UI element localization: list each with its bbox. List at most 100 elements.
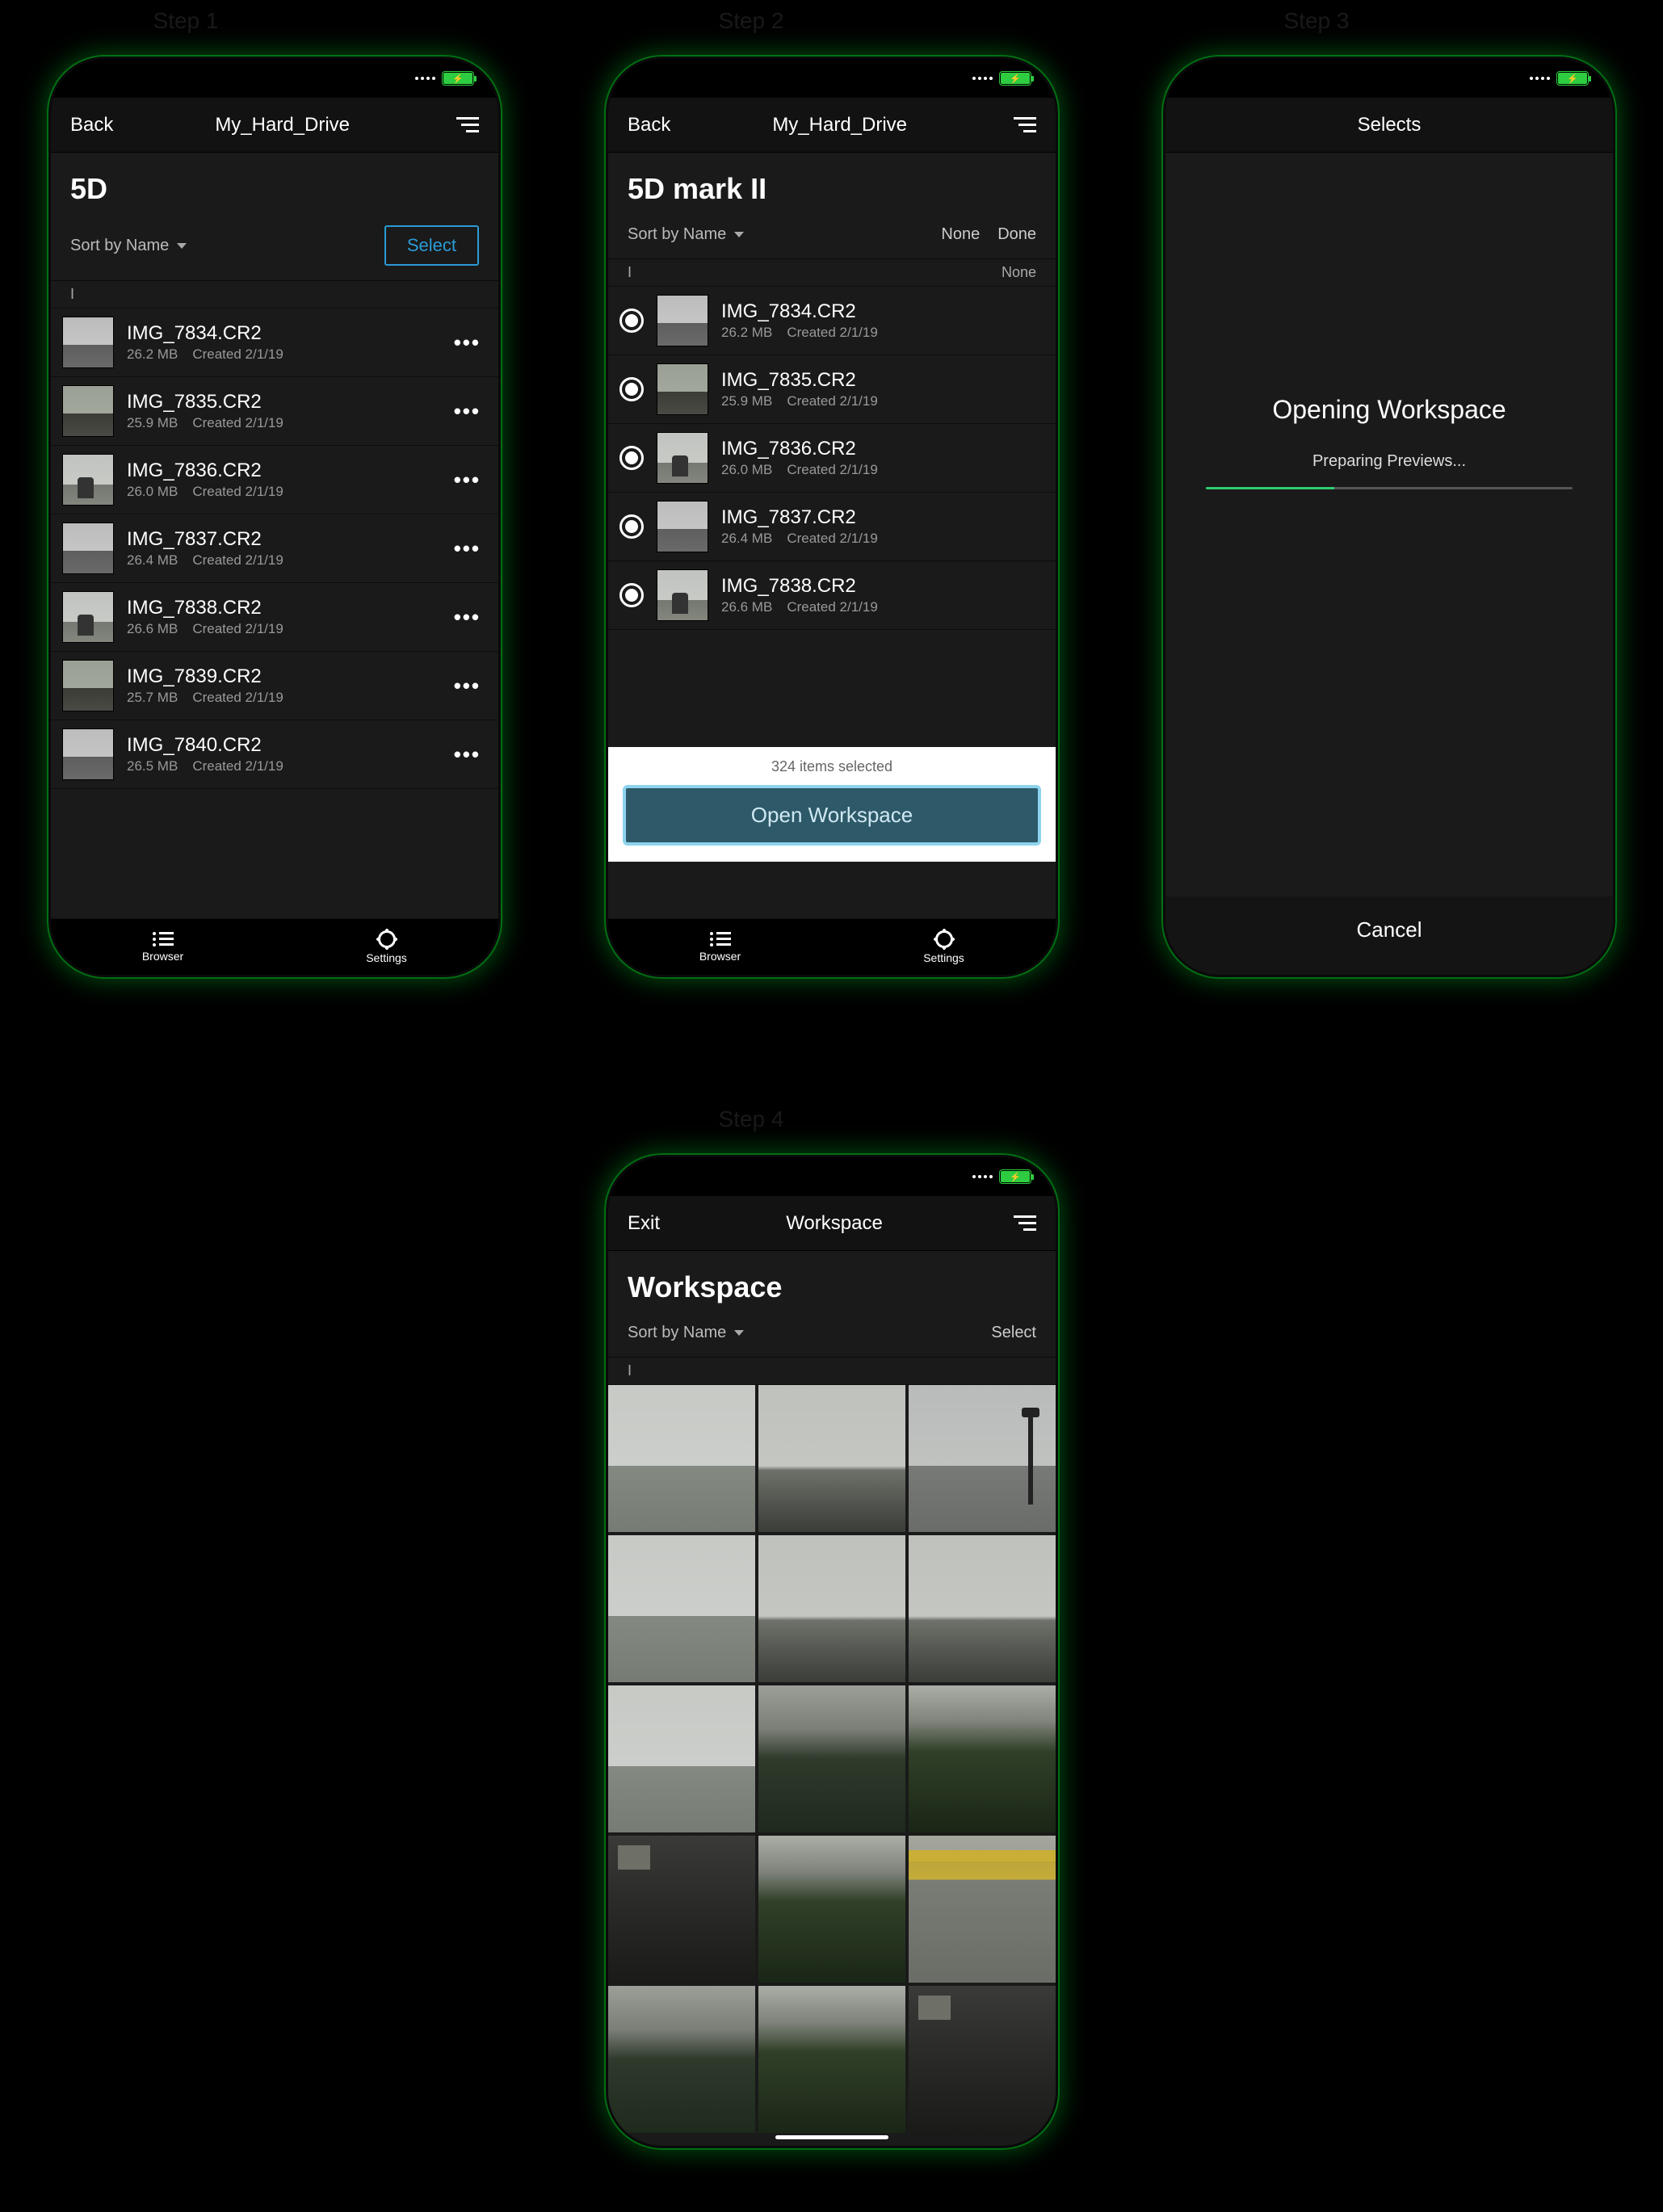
sort-button[interactable]: Sort by Name	[70, 237, 187, 255]
file-row[interactable]: IMG_7839.CR225.7 MBCreated 2/1/19 •••	[51, 652, 498, 720]
back-button[interactable]: Back	[628, 114, 670, 136]
grid-thumbnail[interactable]	[758, 1685, 905, 1832]
selection-radio[interactable]	[619, 377, 644, 401]
grid-thumbnail[interactable]	[909, 1535, 1056, 1682]
tab-settings[interactable]: Settings	[275, 919, 498, 975]
file-name: IMG_7834.CR2	[127, 322, 435, 345]
file-row[interactable]: IMG_7834.CR2 26.2 MBCreated 2/1/19	[608, 287, 1056, 355]
nav-title: My_Hard_Drive	[113, 114, 451, 136]
more-button[interactable]: •••	[447, 330, 487, 355]
file-row[interactable]: IMG_7835.CR225.9 MBCreated 2/1/19•••	[51, 377, 498, 446]
grid-thumbnail[interactable]	[758, 1535, 905, 1682]
folder-title: 5D	[51, 153, 498, 214]
file-row[interactable]: IMG_7837.CR226.4 MBCreated 2/1/19 •••	[51, 514, 498, 583]
menu-icon[interactable]	[1009, 117, 1036, 132]
chevron-down-icon	[734, 232, 744, 237]
notch	[1296, 59, 1482, 86]
file-name: IMG_7840.CR2	[127, 734, 435, 757]
grid-thumbnail[interactable]	[909, 1385, 1056, 1532]
grid-thumbnail[interactable]	[608, 1535, 755, 1682]
file-row[interactable]: IMG_7840.CR226.5 MBCreated 2/1/19•••	[51, 720, 498, 789]
file-row[interactable]: IMG_7837.CR226.4 MBCreated 2/1/19	[608, 493, 1056, 561]
grid-thumbnail[interactable]	[608, 1836, 755, 1983]
step-label: Step 4	[670, 1106, 832, 1132]
grid-thumbnail[interactable]	[909, 1986, 1056, 2133]
grid-thumbnail[interactable]	[758, 1836, 905, 1983]
select-none-button[interactable]: None	[941, 225, 980, 244]
tab-label: Settings	[923, 951, 964, 964]
file-meta: 26.2 MBCreated 2/1/19	[721, 325, 1044, 341]
progress-fill	[1206, 487, 1334, 489]
selection-radio[interactable]	[619, 309, 644, 333]
file-name: IMG_7839.CR2	[127, 665, 435, 688]
nav-bar: Back My_Hard_Drive	[608, 98, 1056, 153]
file-thumbnail	[657, 501, 708, 552]
file-info: IMG_7839.CR225.7 MBCreated 2/1/19	[127, 665, 435, 706]
file-row[interactable]: IMG_7838.CR226.6 MBCreated 2/1/19•••	[51, 583, 498, 652]
chevron-down-icon	[177, 243, 187, 249]
file-row[interactable]: IMG_7835.CR225.9 MBCreated 2/1/19	[608, 355, 1056, 424]
cancel-button[interactable]: Cancel	[1165, 896, 1613, 975]
grid-thumbnail[interactable]	[909, 1836, 1056, 1983]
notch	[739, 1157, 925, 1185]
folder-title: 5D mark II	[608, 153, 1056, 214]
tab-browser[interactable]: Browser	[51, 919, 275, 975]
file-info: IMG_7835.CR225.9 MBCreated 2/1/19	[721, 369, 1044, 409]
grid-thumbnail[interactable]	[758, 1986, 905, 2133]
bottom-sheet: 324 items selected Open Workspace	[608, 747, 1056, 862]
open-workspace-button[interactable]: Open Workspace	[623, 785, 1041, 846]
nav-bar: Back My_Hard_Drive	[51, 98, 498, 153]
file-info: IMG_7837.CR226.4 MBCreated 2/1/19	[127, 528, 435, 569]
loading-panel: Opening Workspace Preparing Previews...	[1165, 153, 1613, 975]
menu-icon[interactable]	[1009, 1215, 1036, 1231]
file-meta: 25.9 MBCreated 2/1/19	[721, 393, 1044, 409]
done-button[interactable]: Done	[997, 225, 1036, 244]
sort-button[interactable]: Sort by Name	[628, 1324, 744, 1342]
notch	[182, 59, 367, 86]
back-button[interactable]: Back	[70, 114, 113, 136]
selection-radio[interactable]	[619, 446, 644, 470]
image-grid	[608, 1385, 1056, 2133]
file-meta: 26.4 MBCreated 2/1/19	[721, 531, 1044, 547]
select-button[interactable]: Select	[384, 225, 479, 266]
file-row[interactable]: IMG_7838.CR226.6 MBCreated 2/1/19	[608, 561, 1056, 630]
file-info: IMG_7836.CR226.0 MBCreated 2/1/19	[127, 460, 435, 500]
section-none[interactable]: None	[1002, 264, 1036, 281]
step-label: Step 1	[105, 8, 267, 34]
file-meta: 26.4 MBCreated 2/1/19	[127, 552, 435, 569]
content: Opening Workspace Preparing Previews... …	[1165, 153, 1613, 975]
sort-row: Sort by Name Select	[51, 214, 498, 281]
grid-thumbnail[interactable]	[608, 1385, 755, 1532]
more-button[interactable]: •••	[447, 605, 487, 630]
more-button[interactable]: •••	[447, 742, 487, 767]
exit-button[interactable]: Exit	[628, 1212, 660, 1235]
selection-radio[interactable]	[619, 583, 644, 607]
file-row[interactable]: IMG_7834.CR226.2 MBCreated 2/1/19 •••	[51, 309, 498, 377]
notch	[739, 59, 925, 86]
more-button[interactable]: •••	[447, 468, 487, 493]
file-meta: 26.6 MBCreated 2/1/19	[721, 599, 1044, 615]
grid-thumbnail[interactable]	[909, 1685, 1056, 1832]
file-name: IMG_7834.CR2	[721, 300, 1044, 323]
file-info: IMG_7834.CR226.2 MBCreated 2/1/19	[127, 322, 435, 363]
battery-icon: ⚡	[999, 71, 1031, 86]
file-row[interactable]: IMG_7836.CR226.0 MBCreated 2/1/19	[608, 424, 1056, 493]
grid-thumbnail[interactable]	[608, 1986, 755, 2133]
select-button[interactable]: Select	[991, 1324, 1036, 1342]
gear-icon	[378, 930, 396, 948]
sort-button[interactable]: Sort by Name	[628, 225, 744, 244]
content: 5D mark II Sort by Name None Done I None…	[608, 153, 1056, 918]
file-row[interactable]: IMG_7836.CR226.0 MBCreated 2/1/19 •••	[51, 446, 498, 514]
tab-browser[interactable]: Browser	[608, 919, 832, 975]
file-name: IMG_7836.CR2	[127, 460, 435, 482]
more-button[interactable]: •••	[447, 399, 487, 424]
more-button[interactable]: •••	[447, 674, 487, 699]
grid-thumbnail[interactable]	[608, 1685, 755, 1832]
grid-thumbnail[interactable]	[758, 1385, 905, 1532]
menu-icon[interactable]	[451, 117, 479, 132]
file-name: IMG_7838.CR2	[721, 575, 1044, 598]
file-thumbnail	[62, 317, 114, 368]
selection-radio[interactable]	[619, 514, 644, 539]
more-button[interactable]: •••	[447, 536, 487, 561]
tab-settings[interactable]: Settings	[832, 919, 1056, 975]
